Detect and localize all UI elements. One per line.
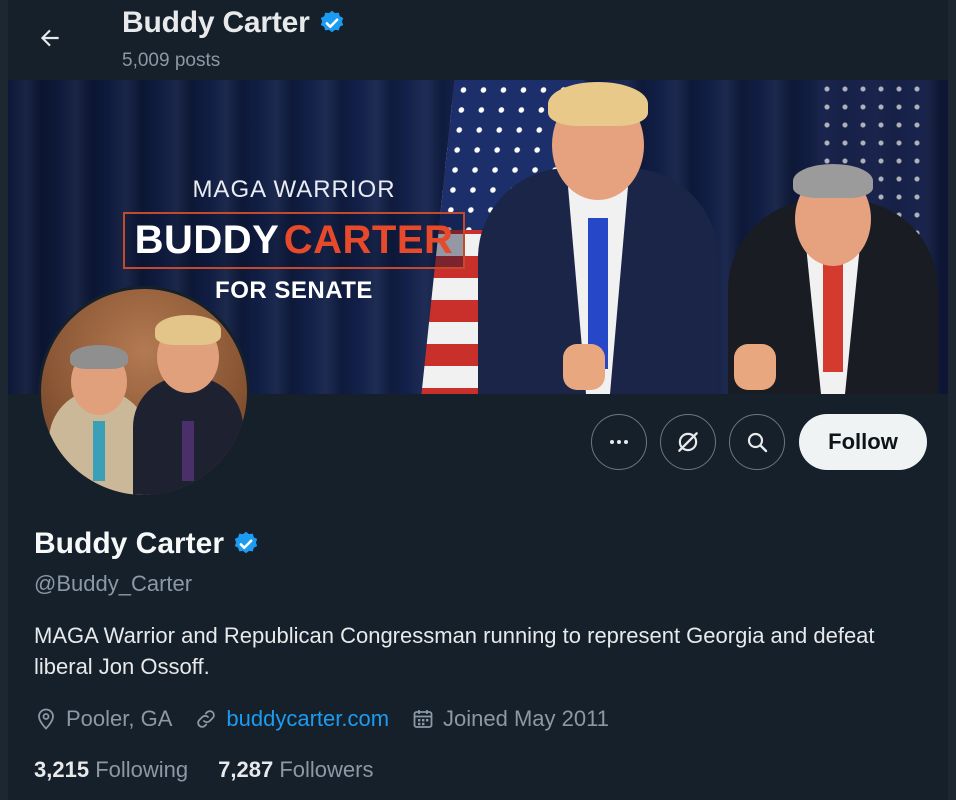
tie [182,421,194,481]
display-name: Buddy Carter [34,527,225,560]
link-icon [197,710,216,728]
header-post-count: 5,009 posts [122,50,221,71]
joined-text: Joined May 2011 [443,706,609,731]
followers-link[interactable]: 7,287 Followers [218,757,373,783]
banner-person-left [478,80,718,394]
location-pin-icon [38,708,54,730]
verified-badge-icon [320,10,343,33]
location-text: Pooler, GA [66,706,173,731]
hair [155,315,221,345]
avatar-person-right [133,305,243,495]
thumbs-up [734,344,776,390]
grok-button[interactable] [660,414,716,470]
following-label: Following [95,757,189,782]
verified-badge-icon[interactable] [232,530,260,558]
following-link[interactable]: 3,215 Following [34,757,188,783]
display-name-row: Buddy Carter [34,527,260,561]
header-name: Buddy Carter [122,6,310,39]
banner-tagline: MAGA WARRIOR [192,176,396,203]
location-item: Pooler, GA [34,706,172,732]
banner-name-last: CARTER [283,218,454,262]
joined-item: Joined May 2011 [411,706,609,732]
followers-count: 7,287 [218,757,274,782]
profile-header: Buddy Carter 5,009 posts [8,0,948,80]
following-count: 3,215 [34,757,90,782]
thumbs-up [563,344,605,390]
search-icon [747,432,768,453]
followers-label: Followers [279,757,374,782]
profile-bio: MAGA Warrior and Republican Congressman … [34,623,875,679]
hair [793,164,873,198]
profile-meta: Pooler, GA buddycarter.com Joined May 20… [34,706,631,732]
follow-button[interactable]: Follow [799,414,927,470]
banner-name-first: BUDDY [134,218,280,262]
banner-person-right [728,124,938,394]
user-handle: @Buddy_Carter [34,571,193,596]
window-left-edge [0,0,8,800]
follow-stats: 3,215 Following 7,287 Followers [34,757,403,783]
profile-avatar[interactable] [38,286,250,498]
search-button[interactable] [729,414,785,470]
avatar-photo [41,289,247,495]
back-arrow-icon [40,29,59,47]
back-button[interactable] [30,18,70,58]
calendar-icon [413,710,433,728]
more-button[interactable] [591,414,647,470]
header-name-row: Buddy Carter [122,6,346,40]
hair [548,82,648,126]
banner-name-box: BUDDY CARTER [122,212,466,269]
website-item: buddycarter.com [194,706,389,732]
website-link[interactable]: buddycarter.com [226,706,389,732]
window-right-edge [948,0,956,800]
more-icon [610,440,628,444]
hair [70,345,128,369]
tie [93,421,105,481]
grok-icon [678,432,698,452]
